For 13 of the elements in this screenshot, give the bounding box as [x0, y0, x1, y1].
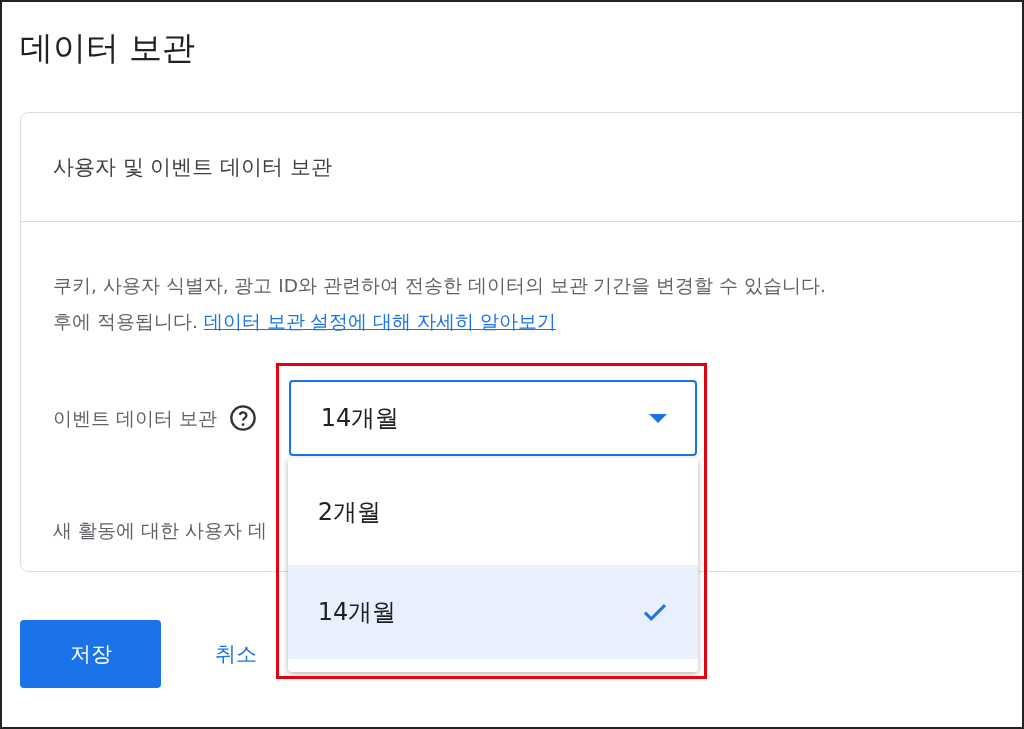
field-label: 이벤트 데이터 보관 [53, 406, 217, 431]
description-text: 쿠키, 사용자 식별자, 광고 ID와 관련하여 전송한 데이터의 보관 기간을 변경할 수 있습니다. 후에 적용됩니다. 데이터 보관 설정에 대해 자세히 알아보기 [53, 274, 827, 334]
save-button[interactable]: 저장 [20, 620, 161, 688]
caret-icon [648, 413, 667, 423]
dropdown-option[interactable]: 2개월 [287, 458, 698, 565]
page-title: 데이터 보관 [20, 27, 197, 69]
card-heading: 사용자 및 이벤트 데이터 보관 [53, 154, 332, 181]
retention-dropdown[interactable]: 14개월 [288, 380, 697, 456]
learn-more-link[interactable]: 데이터 보관 설정에 대해 자세히 알아보기 [203, 311, 557, 332]
cancel-button[interactable]: 취소 [211, 636, 261, 672]
field-label: 새 활동에 대한 사용자 데 [53, 520, 267, 541]
help-icon[interactable] [228, 404, 257, 432]
dropdown-option[interactable]: 14개월 [287, 565, 698, 659]
